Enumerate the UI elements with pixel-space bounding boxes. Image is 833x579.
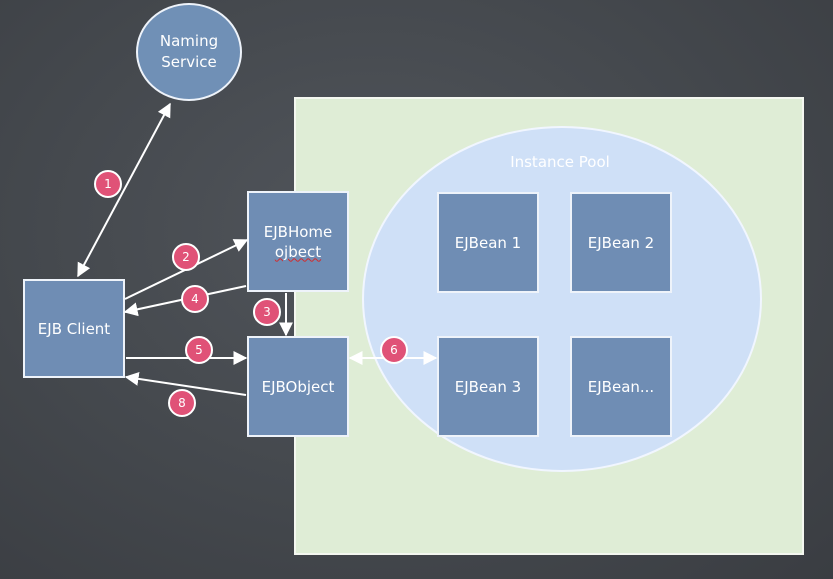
arrow-layer [77,102,438,396]
step-badge-4: 4 [181,285,209,313]
step-badge-6: 6 [380,336,408,364]
step-badge-2: 2 [172,243,200,271]
step-badge-8: 8 [168,389,196,417]
step-badge-1: 1 [94,170,122,198]
step-badge-3: 3 [253,298,281,326]
arrow-client-naming [77,102,171,278]
step-badge-5: 5 [185,336,213,364]
